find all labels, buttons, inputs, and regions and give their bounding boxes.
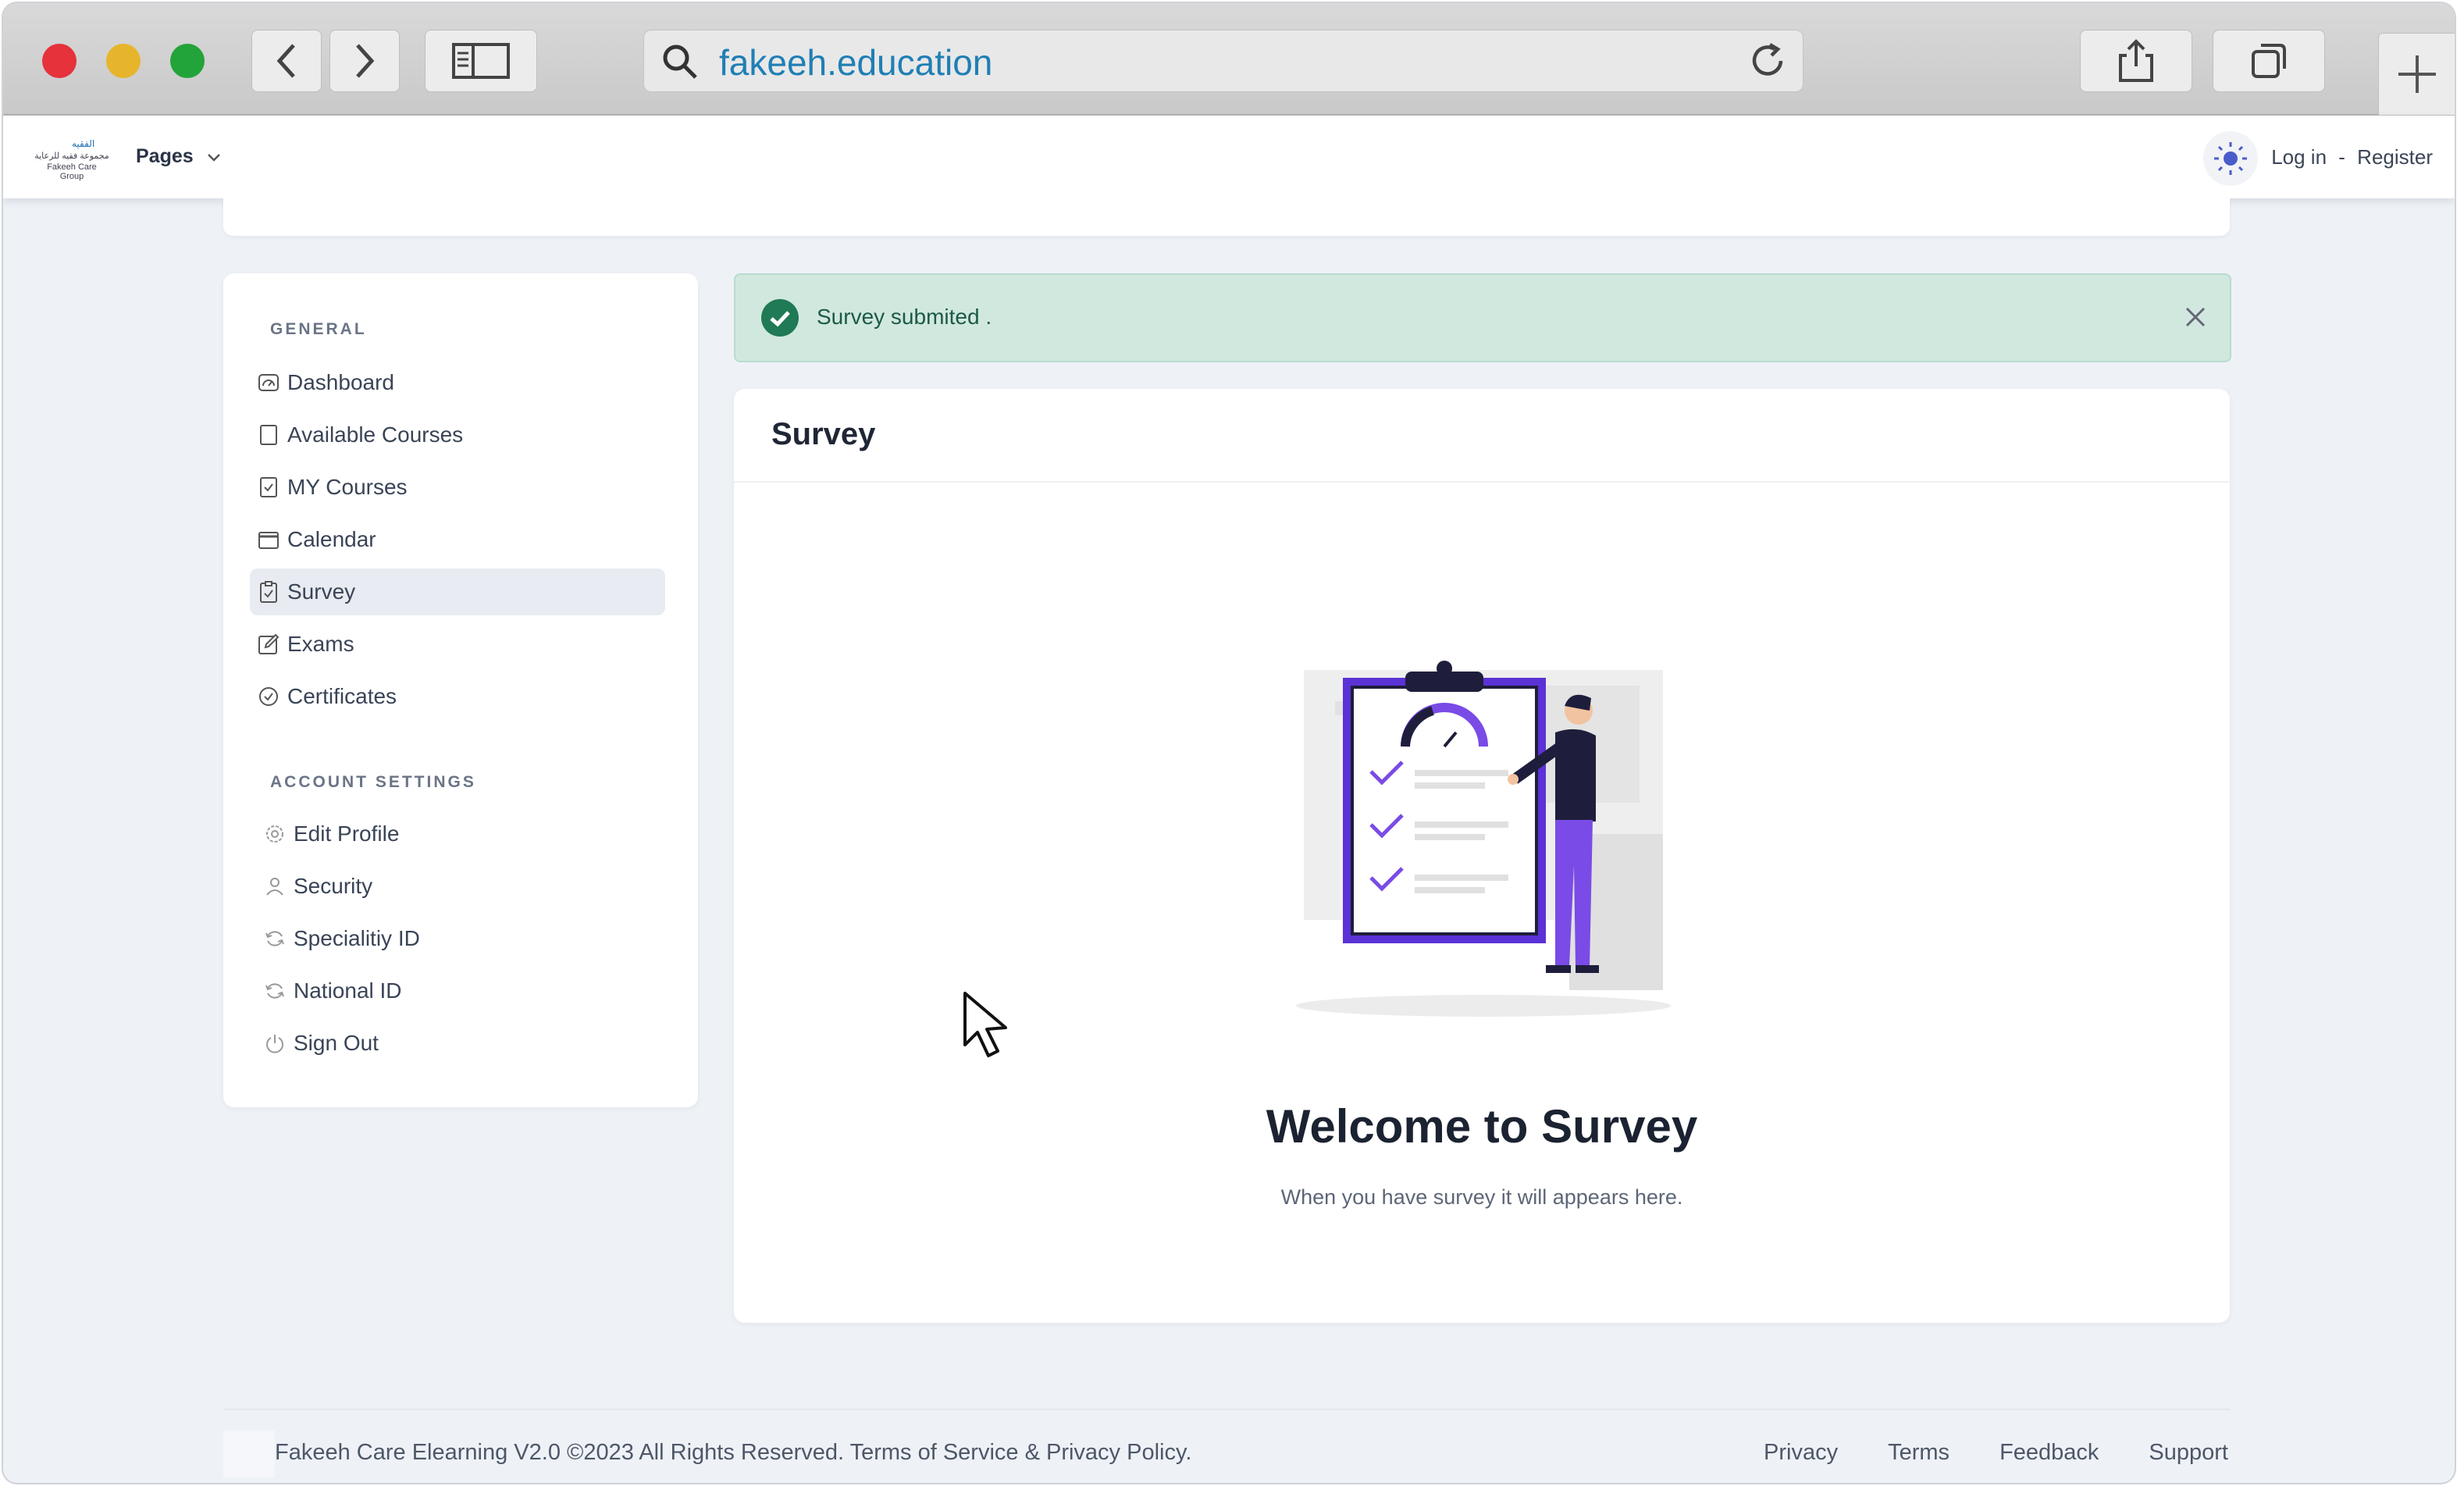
sidebar-item-label: Edit Profile [294, 821, 400, 846]
forward-button[interactable] [329, 30, 400, 92]
sidebar-item-exams[interactable]: Exams [250, 621, 665, 668]
browser-window: fakeeh.education الفقيه مجموعة فقيه للرع… [3, 3, 2455, 1483]
close-icon[interactable] [2184, 306, 2206, 328]
search-icon [663, 45, 697, 79]
mouse-cursor-icon [963, 992, 1007, 1057]
sun-icon [2214, 142, 2247, 175]
pages-menu[interactable]: Pages [136, 145, 221, 168]
check-circle-icon [761, 299, 799, 337]
page-title: Survey [771, 417, 876, 451]
maximize-window-button[interactable] [170, 44, 205, 78]
survey-card: Survey Welcome to Survey When you have s… [734, 389, 2230, 1323]
tabs-overview-button[interactable] [2213, 30, 2325, 92]
pages-menu-label: Pages [136, 145, 194, 167]
address-bar[interactable]: fakeeh.education [643, 30, 1803, 92]
alert-message: Survey submited . [817, 305, 992, 329]
close-window-button[interactable] [42, 44, 77, 78]
footer-logo [223, 1431, 275, 1477]
clipboard-icon [258, 581, 280, 603]
sidebar-item-label: Dashboard [287, 370, 394, 394]
footer-link-terms[interactable]: Terms [1888, 1440, 1949, 1466]
sidebar-item-edit-profile[interactable]: Edit Profile [250, 811, 665, 857]
logo-text-arabic-2: مجموعة فقيه للرعاية [34, 151, 109, 161]
logo-text-arabic-1: الفقيه [72, 138, 95, 149]
sidebar-item-calendar[interactable]: Calendar [250, 516, 665, 563]
new-tab-button[interactable] [2378, 33, 2455, 116]
sidebar-item-sign-out[interactable]: Sign Out [250, 1020, 665, 1067]
divider [734, 481, 2230, 483]
sidebar-item-label: Survey [287, 579, 356, 604]
register-link[interactable]: Register [2357, 145, 2433, 169]
sidebar-item-label: Exams [287, 632, 354, 656]
sidebar-item-national-id[interactable]: National ID [250, 968, 665, 1014]
general-section-title: GENERAL [270, 320, 367, 338]
app-header: الفقيه مجموعة فقيه للرعاية Fakeeh Care G… [3, 116, 2455, 198]
footer-link-privacy[interactable]: Privacy [1764, 1440, 1838, 1466]
top-card [223, 198, 2230, 236]
tabs-icon [2252, 44, 2286, 78]
welcome-subtitle: When you have survey it will appears her… [1280, 1185, 1683, 1209]
auth-links: Log in - Register [2271, 145, 2433, 169]
sidebar-item-label: Specialitiy ID [294, 926, 420, 950]
share-button[interactable] [2080, 30, 2192, 92]
plus-icon [2398, 55, 2436, 93]
success-alert: Survey submited . [734, 273, 2231, 362]
logo-text-english: Fakeeh Care Group [47, 162, 97, 181]
sidebar: GENERAL Dashboard Available Courses MY C… [223, 273, 698, 1107]
footer-copyright: Fakeeh Care Elearning V2.0 ©2023 All Rig… [275, 1440, 1192, 1465]
sidebar-item-label: Sign Out [294, 1031, 379, 1055]
sidebar-icon [452, 43, 510, 79]
sidebar-item-certificates[interactable]: Certificates [250, 673, 665, 720]
welcome-heading: Welcome to Survey [1266, 1100, 1698, 1153]
calendar-icon [258, 529, 280, 551]
footer-divider [223, 1409, 2230, 1410]
url-text: fakeeh.education [719, 42, 993, 83]
power-icon [264, 1032, 286, 1054]
survey-illustration [1296, 661, 1671, 1017]
gear-icon [264, 823, 286, 845]
footer-link-support[interactable]: Support [2149, 1440, 2228, 1466]
sidebar-item-label: Certificates [287, 684, 397, 708]
sidebar-item-speciality-id[interactable]: Specialitiy ID [250, 915, 665, 962]
share-icon [2119, 39, 2153, 82]
sidebar-item-available-courses[interactable]: Available Courses [250, 412, 665, 458]
chevron-left-icon [276, 44, 295, 78]
theme-toggle-button[interactable] [2203, 131, 2258, 186]
refresh-icon [264, 980, 286, 1002]
sidebar-toggle-button[interactable] [425, 30, 537, 92]
refresh-icon [264, 928, 286, 950]
sidebar-item-my-courses[interactable]: MY Courses [250, 464, 665, 511]
login-link[interactable]: Log in [2271, 145, 2327, 169]
minimize-window-button[interactable] [106, 44, 141, 78]
sidebar-item-security[interactable]: Security [250, 863, 665, 910]
browser-toolbar: fakeeh.education [3, 3, 2455, 116]
back-button[interactable] [251, 30, 322, 92]
footer-links: Privacy Terms Feedback Support [1764, 1440, 2228, 1466]
account-section-title: ACCOUNT SETTINGS [270, 773, 476, 791]
user-icon [264, 875, 286, 897]
checked-document-icon [258, 476, 280, 498]
auth-separator: - [2338, 145, 2345, 169]
reload-icon[interactable] [1747, 40, 1789, 82]
sidebar-item-dashboard[interactable]: Dashboard [250, 359, 665, 406]
chevron-down-icon [207, 154, 220, 162]
edit-icon [258, 633, 280, 655]
sidebar-item-label: MY Courses [287, 475, 408, 499]
chevron-right-icon [356, 44, 375, 78]
brand-logo[interactable]: الفقيه مجموعة فقيه للرعاية Fakeeh Care G… [33, 138, 111, 181]
sidebar-item-label: Available Courses [287, 422, 464, 447]
footer-link-feedback[interactable]: Feedback [1999, 1440, 2099, 1466]
check-circle-icon [258, 686, 280, 707]
sidebar-item-survey[interactable]: Survey [250, 568, 665, 615]
sidebar-item-label: Security [294, 874, 373, 898]
sidebar-item-label: Calendar [287, 527, 376, 551]
dashboard-icon [258, 372, 280, 394]
sidebar-item-label: National ID [294, 978, 402, 1003]
document-icon [258, 424, 280, 446]
